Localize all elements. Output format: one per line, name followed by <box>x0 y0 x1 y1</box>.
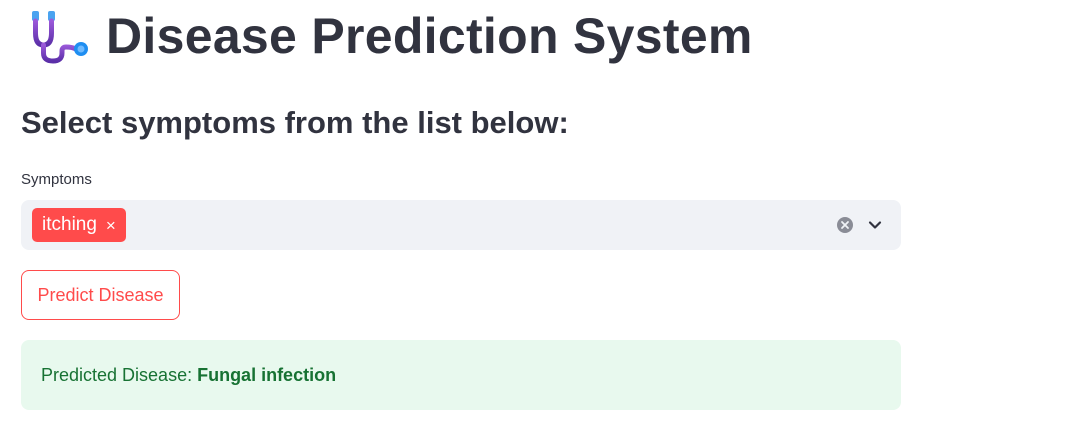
page-title: Disease Prediction System <box>106 8 753 64</box>
predict-disease-button[interactable]: Predict Disease <box>21 270 180 320</box>
chevron-down-icon[interactable] <box>866 216 884 234</box>
selected-symptom-tag: itching × <box>32 208 126 242</box>
symptoms-label: Symptoms <box>21 171 92 188</box>
tag-label: itching <box>42 214 97 235</box>
result-prefix: Predicted Disease: <box>41 364 193 385</box>
stethoscope-icon <box>28 7 90 65</box>
tag-remove-icon[interactable]: × <box>106 217 116 234</box>
clear-circle-icon[interactable] <box>836 216 854 234</box>
app-container: Disease Prediction System Select symptom… <box>0 0 1072 433</box>
prediction-result-alert: Predicted Disease: Fungal infection <box>21 340 901 410</box>
section-subheader: Select symptoms from the list below: <box>21 105 569 140</box>
result-value: Fungal infection <box>197 364 337 385</box>
symptoms-multiselect[interactable]: itching × <box>21 200 901 250</box>
title-row: Disease Prediction System <box>28 4 753 68</box>
